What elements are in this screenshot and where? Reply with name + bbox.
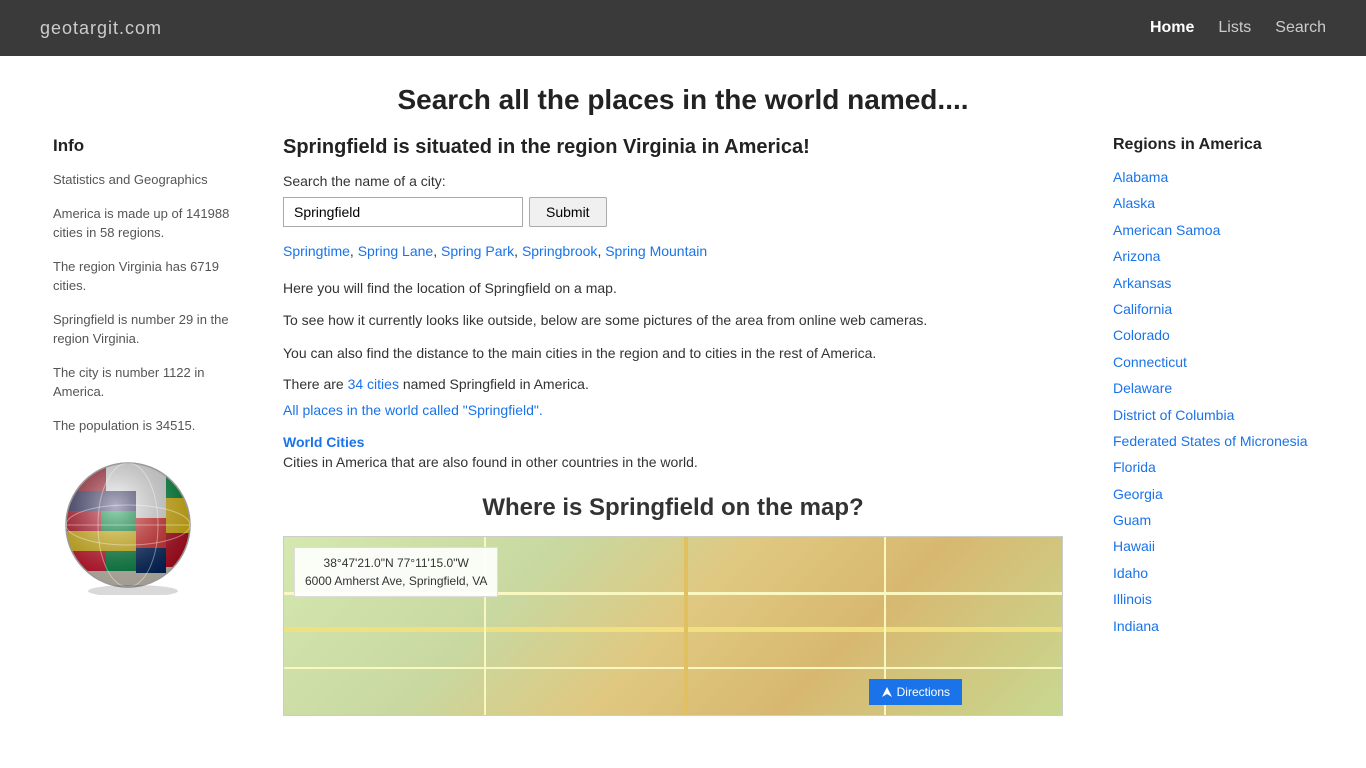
world-cities-heading: World Cities xyxy=(283,434,1063,450)
description: Here you will find the location of Sprin… xyxy=(283,277,1063,364)
desc-line-1: Here you will find the location of Sprin… xyxy=(283,277,1063,299)
page-title: Search all the places in the world named… xyxy=(0,56,1366,136)
population: The population is 34515. xyxy=(53,416,233,436)
main-nav: Home Lists Search xyxy=(1150,19,1326,37)
list-item: Georgia xyxy=(1113,483,1313,505)
sidebar-left: Info Statistics and Geographics America … xyxy=(53,136,253,716)
nav-search[interactable]: Search xyxy=(1275,19,1326,37)
list-item: Federated States of Micronesia xyxy=(1113,430,1313,452)
map-directions-button[interactable]: Directions xyxy=(869,679,962,705)
suggestion-spring-park[interactable]: Spring Park xyxy=(441,243,514,259)
stats-heading: Statistics and Geographics xyxy=(53,170,233,190)
city-number: The city is number 1122 in America. xyxy=(53,363,233,402)
suggestions: Springtime, Spring Lane, Spring Park, Sp… xyxy=(283,243,1063,259)
region-arizona[interactable]: Arizona xyxy=(1113,248,1160,264)
world-places: All places in the world called "Springfi… xyxy=(283,402,1063,418)
regions-heading: Regions in America xyxy=(1113,136,1313,154)
list-item: Alaska xyxy=(1113,192,1313,214)
globe-svg xyxy=(58,455,198,595)
desc-line-3: You can also find the distance to the ma… xyxy=(283,342,1063,364)
region-list: Alabama Alaska American Samoa Arizona Ar… xyxy=(1113,166,1313,637)
list-item: Florida xyxy=(1113,456,1313,478)
list-item: Delaware xyxy=(1113,377,1313,399)
map-address: 6000 Amherst Ave, Springfield, VA xyxy=(305,572,487,590)
region-alaska[interactable]: Alaska xyxy=(1113,195,1155,211)
list-item: Arizona xyxy=(1113,245,1313,267)
suggestion-spring-lane[interactable]: Spring Lane xyxy=(358,243,434,259)
region-delaware[interactable]: Delaware xyxy=(1113,380,1172,396)
region-guam[interactable]: Guam xyxy=(1113,512,1151,528)
city-heading: Springfield is situated in the region Vi… xyxy=(283,136,1063,159)
springfield-rank: Springfield is number 29 in the region V… xyxy=(53,310,233,349)
map-section: Where is Springfield on the map? 38°47'2… xyxy=(283,494,1063,716)
map-coord-line1: 38°47'21.0"N 77°11'15.0"W xyxy=(305,554,487,572)
world-cities: World Cities Cities in America that are … xyxy=(283,434,1063,470)
region-illinois[interactable]: Illinois xyxy=(1113,591,1152,607)
list-item: Connecticut xyxy=(1113,351,1313,373)
region-florida[interactable]: Florida xyxy=(1113,459,1156,475)
region-colorado[interactable]: Colorado xyxy=(1113,327,1170,343)
suggestion-springtime[interactable]: Springtime xyxy=(283,243,350,259)
region-district-of-columbia[interactable]: District of Columbia xyxy=(1113,407,1234,423)
sidebar-heading: Info xyxy=(53,136,233,156)
globe-image xyxy=(53,455,203,595)
header: geotargit.com Home Lists Search xyxy=(0,0,1366,56)
region-federated-states[interactable]: Federated States of Micronesia xyxy=(1113,433,1308,449)
virginia-stat: The region Virginia has 6719 cities. xyxy=(53,257,233,296)
map-road-v2 xyxy=(684,537,688,715)
map-title: Where is Springfield on the map? xyxy=(283,494,1063,522)
list-item: Indiana xyxy=(1113,615,1313,637)
list-item: Idaho xyxy=(1113,562,1313,584)
region-american-samoa[interactable]: American Samoa xyxy=(1113,222,1220,238)
desc-line-2: To see how it currently looks like outsi… xyxy=(283,309,1063,331)
cities-count: There are 34 cities named Springfield in… xyxy=(283,376,1063,392)
region-indiana[interactable]: Indiana xyxy=(1113,618,1159,634)
map-road-h2 xyxy=(284,627,1062,632)
region-idaho[interactable]: Idaho xyxy=(1113,565,1148,581)
world-places-link[interactable]: All places in the world called "Springfi… xyxy=(283,402,543,418)
region-hawaii[interactable]: Hawaii xyxy=(1113,538,1155,554)
list-item: Colorado xyxy=(1113,324,1313,346)
map-road-h3 xyxy=(284,667,1062,669)
directions-icon xyxy=(881,686,893,698)
list-item: Alabama xyxy=(1113,166,1313,188)
submit-button[interactable]: Submit xyxy=(529,197,607,227)
list-item: District of Columbia xyxy=(1113,404,1313,426)
suggestion-spring-mountain[interactable]: Spring Mountain xyxy=(605,243,707,259)
search-row: Submit xyxy=(283,197,1063,227)
search-input[interactable] xyxy=(283,197,523,227)
region-alabama[interactable]: Alabama xyxy=(1113,169,1168,185)
main-content: Springfield is situated in the region Vi… xyxy=(253,136,1093,716)
list-item: American Samoa xyxy=(1113,219,1313,241)
logo: geotargit.com xyxy=(40,18,162,39)
region-arkansas[interactable]: Arkansas xyxy=(1113,275,1171,291)
world-cities-desc: Cities in America that are also found in… xyxy=(283,454,1063,470)
sidebar-right: Regions in America Alabama Alaska Americ… xyxy=(1093,136,1313,716)
region-connecticut[interactable]: Connecticut xyxy=(1113,354,1187,370)
cities-count-link[interactable]: 34 cities xyxy=(348,376,399,392)
map-container[interactable]: 38°47'21.0"N 77°11'15.0"W 6000 Amherst A… xyxy=(283,536,1063,716)
region-california[interactable]: California xyxy=(1113,301,1172,317)
region-georgia[interactable]: Georgia xyxy=(1113,486,1163,502)
main-container: Info Statistics and Geographics America … xyxy=(33,136,1333,716)
map-coords: 38°47'21.0"N 77°11'15.0"W 6000 Amherst A… xyxy=(294,547,498,597)
suggestion-springbrook[interactable]: Springbrook xyxy=(522,243,598,259)
list-item: California xyxy=(1113,298,1313,320)
list-item: Guam xyxy=(1113,509,1313,531)
list-item: Hawaii xyxy=(1113,535,1313,557)
nav-lists[interactable]: Lists xyxy=(1218,19,1251,37)
search-label: Search the name of a city: xyxy=(283,173,1063,189)
america-stat: America is made up of 141988 cities in 5… xyxy=(53,204,233,243)
list-item: Illinois xyxy=(1113,588,1313,610)
list-item: Arkansas xyxy=(1113,272,1313,294)
nav-home[interactable]: Home xyxy=(1150,19,1194,37)
